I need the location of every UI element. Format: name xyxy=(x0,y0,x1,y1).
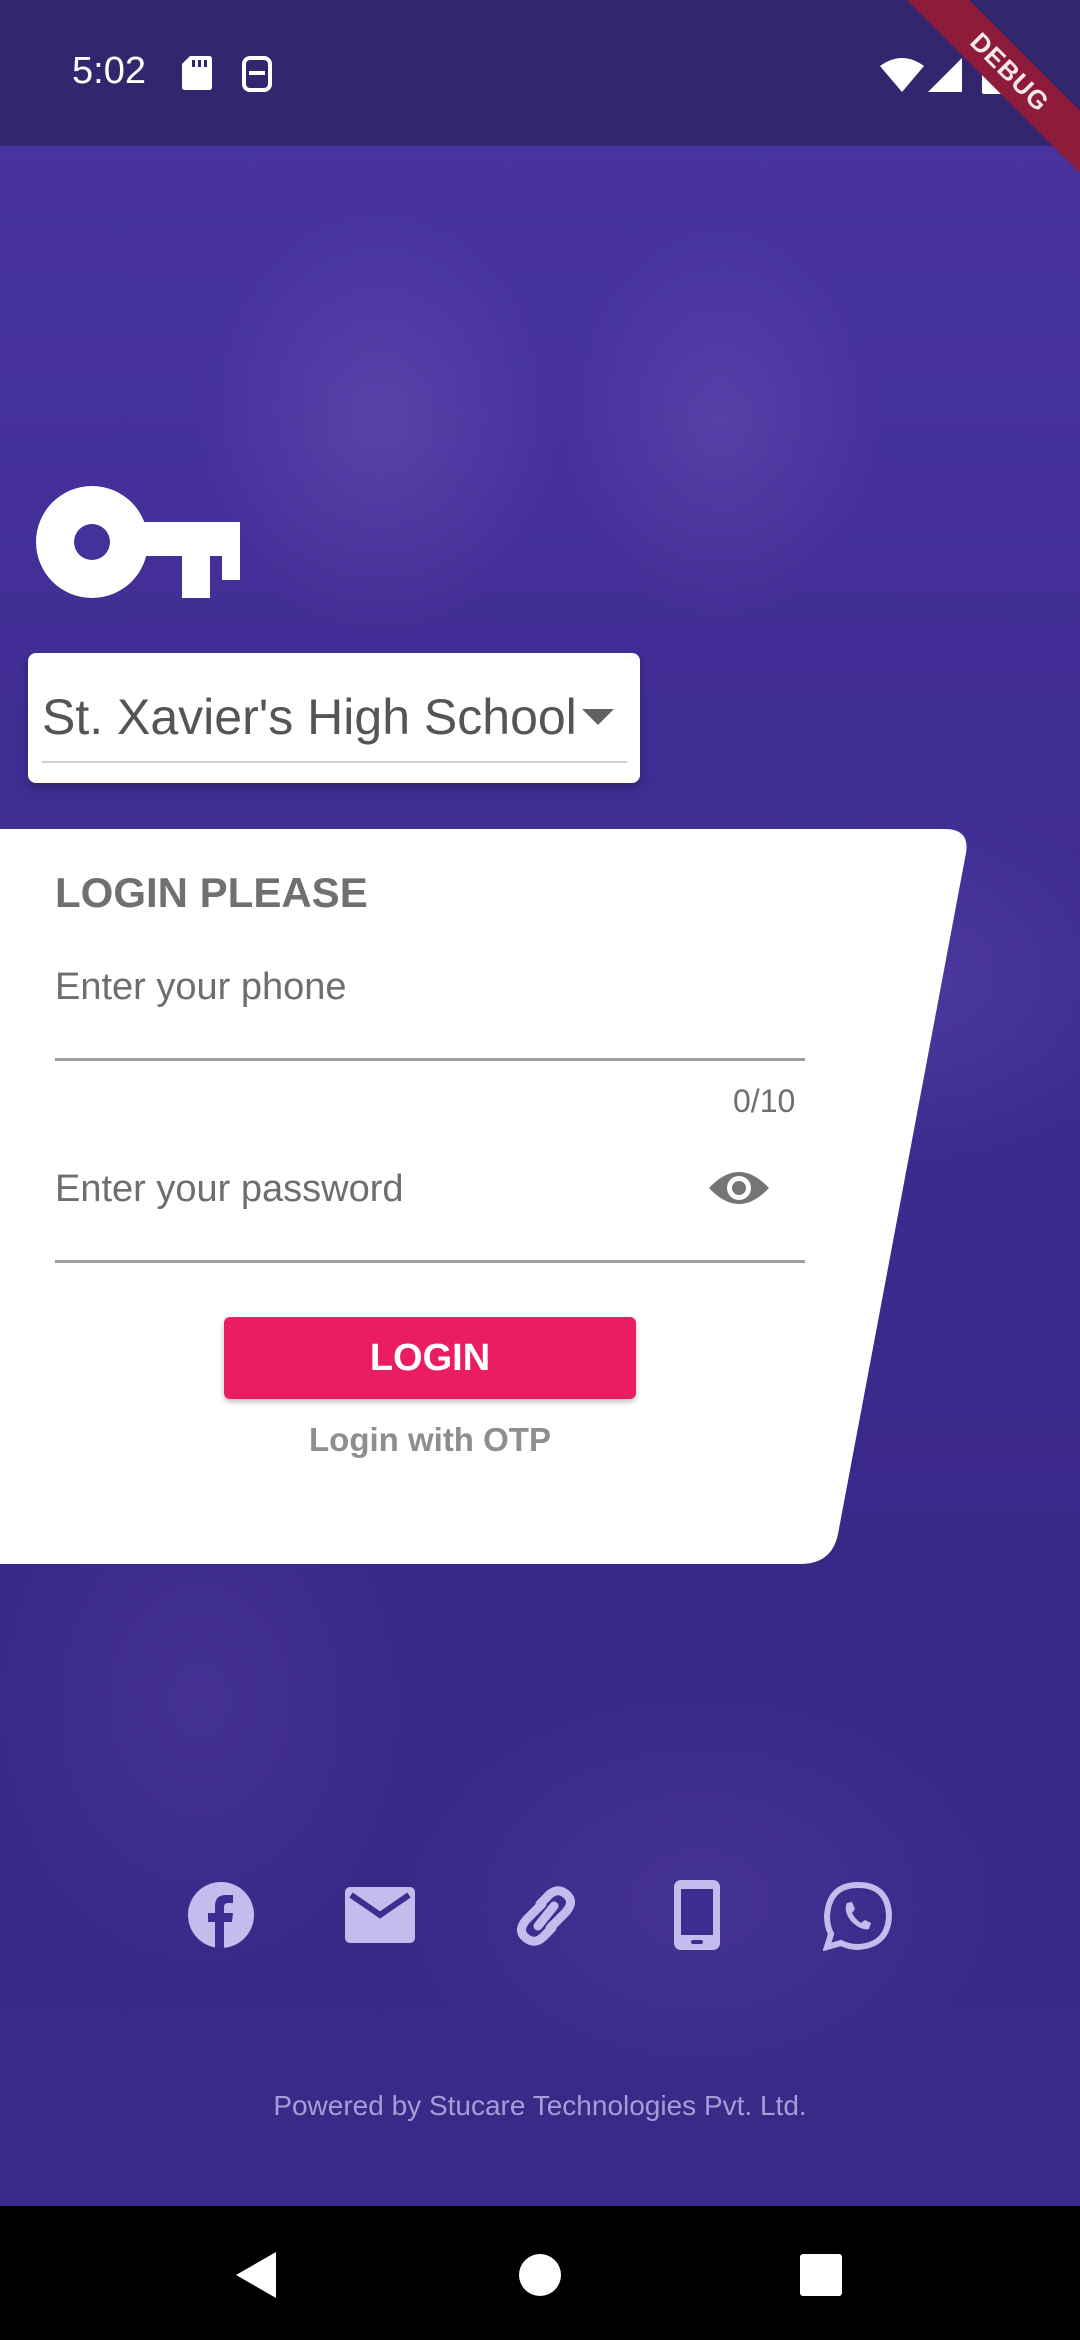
navigation-bar xyxy=(0,2206,1080,2340)
login-screen: 5:02 DEBUG St. Xavier's High School LOGI… xyxy=(0,0,1080,2340)
phone-input-underline xyxy=(55,1058,805,1061)
back-icon[interactable] xyxy=(236,2252,276,2303)
sd-card-icon xyxy=(182,56,212,95)
caret-down-icon xyxy=(582,709,614,732)
no-sim-icon xyxy=(242,56,272,97)
home-icon[interactable] xyxy=(518,2253,562,2302)
wifi-icon xyxy=(880,58,924,97)
status-bar: 5:02 DEBUG xyxy=(0,0,1080,194)
powered-by-footer: Powered by Stucare Technologies Pvt. Ltd… xyxy=(273,2090,807,2121)
login-button[interactable]: LOGIN xyxy=(224,1317,636,1399)
key-icon xyxy=(36,486,240,603)
status-time: 5:02 xyxy=(72,50,146,92)
login-card: LOGIN PLEASE Enter your phone 0/10 Enter… xyxy=(0,829,970,1564)
whatsapp-icon[interactable] xyxy=(822,1881,893,1956)
signal-icon xyxy=(928,58,962,97)
phone-icon[interactable] xyxy=(674,1880,720,1955)
facebook-icon[interactable] xyxy=(188,1882,254,1953)
password-input[interactable]: Enter your password xyxy=(55,1168,404,1211)
login-title: LOGIN PLEASE xyxy=(55,869,368,916)
eye-icon[interactable] xyxy=(707,1166,771,1215)
school-dropdown-value: St. Xavier's High School xyxy=(42,689,577,745)
mail-icon[interactable] xyxy=(345,1887,415,1948)
phone-char-counter: 0/10 xyxy=(733,1083,796,1119)
school-dropdown[interactable]: St. Xavier's High School xyxy=(28,653,640,783)
link-icon[interactable] xyxy=(506,1886,586,1951)
recents-icon[interactable] xyxy=(800,2254,842,2301)
dropdown-underline xyxy=(42,761,627,763)
password-input-underline xyxy=(55,1260,805,1263)
login-with-otp-link[interactable]: Login with OTP xyxy=(240,1421,620,1459)
phone-input[interactable]: Enter your phone xyxy=(55,966,347,1009)
